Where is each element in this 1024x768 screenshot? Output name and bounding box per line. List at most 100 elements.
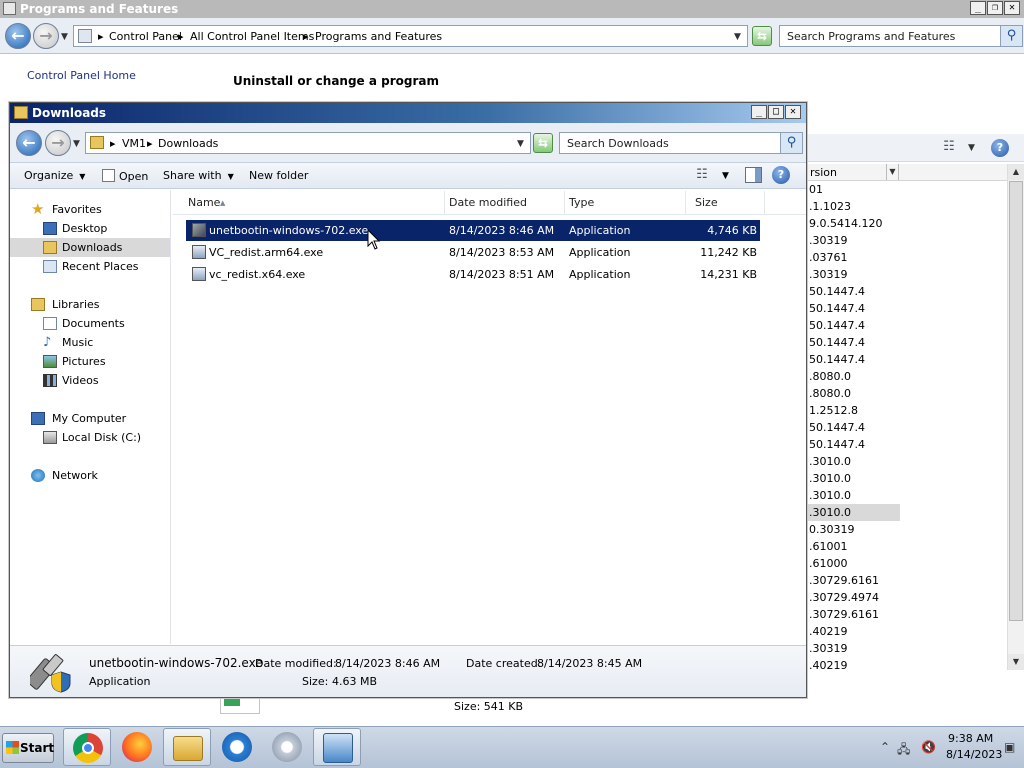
- program-version-row[interactable]: .30729.6161: [807, 572, 900, 589]
- bg-search-icon[interactable]: ⚲: [1000, 26, 1022, 46]
- bg-minimize-button[interactable]: _: [970, 1, 986, 15]
- nav-music[interactable]: ♪ Music: [10, 333, 170, 352]
- bg-address-dropdown[interactable]: ▼: [734, 32, 741, 42]
- scroll-down-arrow[interactable]: ▼: [1008, 654, 1024, 670]
- column-name[interactable]: Name ▲: [174, 191, 445, 215]
- show-hidden-icons-chevron-icon[interactable]: ⌃: [880, 740, 890, 754]
- program-version-row[interactable]: .40219: [807, 657, 900, 670]
- bg-forward-button[interactable]: →: [33, 23, 59, 49]
- address-bar[interactable]: ▸ VM1 ▸ Downloads ▼: [85, 132, 531, 154]
- program-version-row[interactable]: .61000: [807, 555, 900, 572]
- crumb-downloads[interactable]: Downloads: [158, 137, 218, 150]
- refresh-button[interactable]: ⇆: [533, 133, 553, 153]
- scroll-up-arrow[interactable]: ▲: [1008, 164, 1024, 180]
- clock-date[interactable]: 8/14/2023: [946, 748, 1002, 761]
- taskbar-firefox[interactable]: [113, 728, 161, 766]
- program-version-row[interactable]: .3010.0: [807, 504, 900, 521]
- nav-recent-places[interactable]: Recent Places: [10, 257, 170, 276]
- program-version-row[interactable]: .30319: [807, 232, 900, 249]
- program-version-row[interactable]: .30319: [807, 266, 900, 283]
- minimize-button[interactable]: _: [751, 105, 767, 119]
- network-tray-icon[interactable]: 🖧: [897, 740, 910, 761]
- nav-local-disk[interactable]: Local Disk (C:): [10, 428, 170, 447]
- clock-time[interactable]: 9:38 AM: [948, 732, 993, 745]
- file-row[interactable]: vc_redist.x64.exe 8/14/2023 8:51 AM Applic…: [186, 264, 760, 285]
- program-version-row[interactable]: .8080.0: [807, 368, 900, 385]
- bg-crumb-programs-features[interactable]: Programs and Features: [315, 30, 442, 43]
- program-list-scrollbar[interactable]: ▲ ▼: [1007, 164, 1024, 670]
- program-version-row[interactable]: .03761: [807, 249, 900, 266]
- back-button[interactable]: ←: [16, 130, 42, 156]
- program-version-row[interactable]: 50.1447.4: [807, 300, 900, 317]
- preview-pane-icon[interactable]: [745, 167, 762, 183]
- help-icon[interactable]: ?: [772, 166, 790, 184]
- program-version-row[interactable]: .40219: [807, 623, 900, 640]
- start-button[interactable]: Start: [2, 733, 54, 763]
- nav-videos[interactable]: Videos: [10, 371, 170, 390]
- taskbar-control-panel[interactable]: [313, 728, 361, 766]
- program-version-row[interactable]: 50.1447.4: [807, 351, 900, 368]
- bg-crumb-all-items[interactable]: All Control Panel Items: [190, 30, 314, 43]
- organize-button[interactable]: Organize ▼: [24, 169, 85, 182]
- program-version-row[interactable]: 50.1447.4: [807, 419, 900, 436]
- program-version-row[interactable]: .61001: [807, 538, 900, 555]
- column-type[interactable]: Type: [565, 191, 686, 215]
- new-folder-button[interactable]: New folder: [249, 169, 308, 182]
- program-version-row[interactable]: 50.1447.4: [807, 283, 900, 300]
- nav-network[interactable]: Network: [10, 466, 170, 485]
- program-version-row[interactable]: 0.30319: [807, 521, 900, 538]
- nav-downloads[interactable]: Downloads: [10, 238, 170, 257]
- nav-documents[interactable]: Documents: [10, 314, 170, 333]
- nav-pictures[interactable]: Pictures: [10, 352, 170, 371]
- bg-recent-pages-dropdown[interactable]: ▼: [61, 32, 68, 42]
- forward-button[interactable]: →: [45, 130, 71, 156]
- program-version-row[interactable]: 1.2512.8: [807, 402, 900, 419]
- taskbar-media-player[interactable]: [263, 728, 311, 766]
- program-version-row[interactable]: .30729.4974: [807, 589, 900, 606]
- bg-help-icon[interactable]: ?: [991, 139, 1009, 157]
- views-icon[interactable]: ☷: [693, 167, 711, 183]
- taskbar-chrome[interactable]: [63, 728, 111, 766]
- taskbar-windows-explorer[interactable]: [163, 728, 211, 766]
- program-version-row[interactable]: .3010.0: [807, 453, 900, 470]
- scroll-thumb[interactable]: [1009, 181, 1023, 621]
- version-column-filter[interactable]: ▼: [886, 164, 899, 180]
- column-size[interactable]: Size: [686, 191, 765, 215]
- bg-close-button[interactable]: ✕: [1004, 1, 1020, 15]
- program-version-row[interactable]: .3010.0: [807, 470, 900, 487]
- program-version-row[interactable]: .3010.0: [807, 487, 900, 504]
- bg-search-input[interactable]: Search Programs and Features ⚲: [779, 25, 1023, 47]
- nav-libraries[interactable]: Libraries: [10, 295, 170, 314]
- program-version-row[interactable]: 50.1447.4: [807, 317, 900, 334]
- volume-muted-icon[interactable]: 🔇: [921, 740, 936, 754]
- program-version-row[interactable]: .1.1023: [807, 198, 900, 215]
- action-center-icon[interactable]: ▣: [1004, 740, 1015, 754]
- bg-refresh-button[interactable]: ⇆: [752, 26, 772, 46]
- bg-titlebar[interactable]: Programs and Features _ ❐ ✕: [0, 0, 1024, 18]
- program-version-row[interactable]: 9.0.5414.120: [807, 215, 900, 232]
- views-dropdown[interactable]: ▼: [722, 171, 729, 181]
- address-dropdown[interactable]: ▼: [517, 139, 524, 149]
- file-row[interactable]: VC_redist.arm64.exe 8/14/2023 8:53 AM Appl…: [186, 242, 760, 263]
- open-button[interactable]: Open: [102, 169, 148, 183]
- search-icon[interactable]: ⚲: [780, 133, 802, 153]
- taskbar-internet-explorer[interactable]: [213, 728, 261, 766]
- program-version-row[interactable]: 01: [807, 181, 900, 198]
- bg-address-bar[interactable]: ▸ Control Panel ▸ All Control Panel Item…: [73, 25, 748, 47]
- control-panel-home-link[interactable]: Control Panel Home: [27, 69, 136, 82]
- bg-back-button[interactable]: ←: [5, 23, 31, 49]
- column-date-modified[interactable]: Date modified: [445, 191, 565, 215]
- file-row[interactable]: unetbootin-windows-702.exe 8/14/2023 8:46…: [186, 220, 760, 241]
- crumb-vm1[interactable]: VM1: [122, 137, 146, 150]
- nav-favorites[interactable]: ★ Favorites: [10, 200, 170, 219]
- share-with-button[interactable]: Share with ▼: [163, 169, 234, 182]
- search-downloads-input[interactable]: Search Downloads ⚲: [559, 132, 803, 154]
- bg-crumb-control-panel[interactable]: Control Panel: [109, 30, 182, 43]
- version-column-header[interactable]: rsion ▼: [807, 164, 1007, 181]
- program-version-row[interactable]: 50.1447.4: [807, 436, 900, 453]
- nav-desktop[interactable]: Desktop: [10, 219, 170, 238]
- bg-restore-button[interactable]: ❐: [987, 1, 1003, 15]
- program-version-row[interactable]: .8080.0: [807, 385, 900, 402]
- program-version-row[interactable]: 50.1447.4: [807, 334, 900, 351]
- program-version-row[interactable]: .30729.6161: [807, 606, 900, 623]
